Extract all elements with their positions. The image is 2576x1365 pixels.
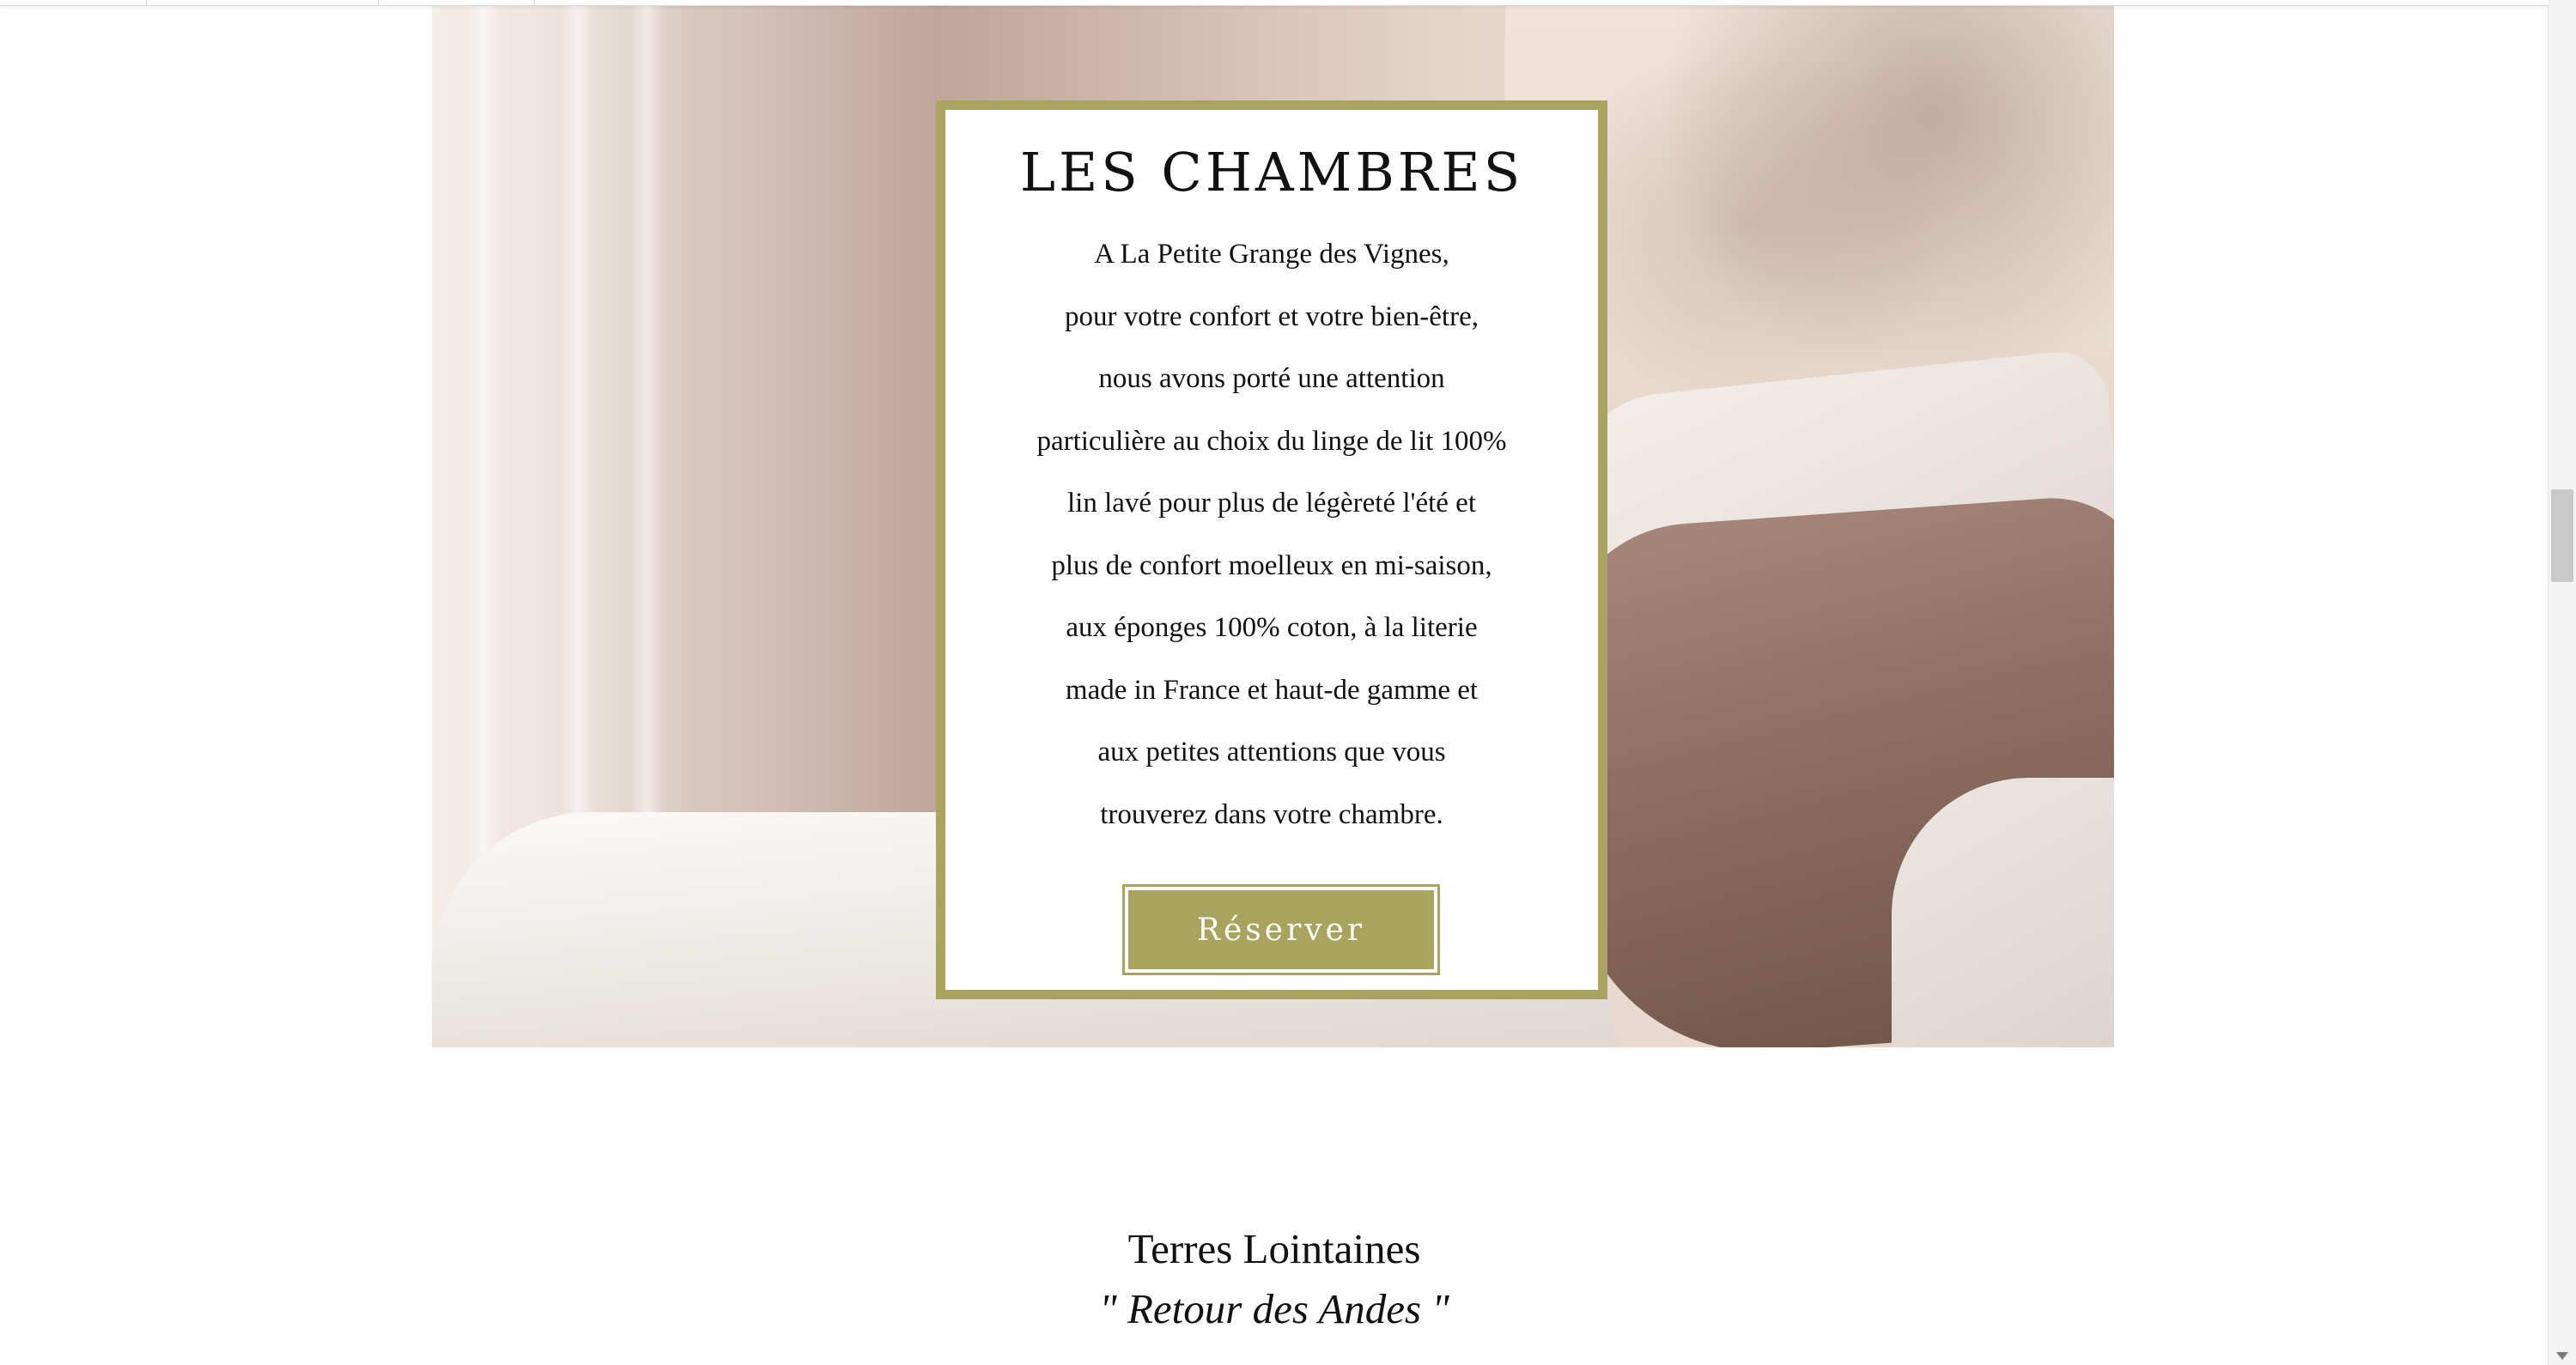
scrollbar-thumb[interactable]: [2551, 489, 2573, 582]
description-line: made in France et haut-de gamme et: [1065, 674, 1479, 706]
description-line: plus de confort moelleux en mi-saison,: [1051, 549, 1492, 581]
browser-top-edge: [0, 0, 2549, 6]
chevron-down-icon[interactable]: [2556, 1352, 2568, 1360]
description-line: particulière au choix du linge de lit 10…: [1036, 425, 1507, 457]
description-line: aux éponges 100% coton, à la literie: [1066, 612, 1478, 643]
description-line: trouverez dans votre chambre.: [1100, 798, 1443, 830]
description-line: aux petites attentions que vous: [1097, 737, 1446, 767]
card-description: A La Petite Grange des Vignes, pour votr…: [997, 223, 1546, 846]
reserve-button[interactable]: Réserver: [1122, 884, 1440, 975]
description-line: A La Petite Grange des Vignes,: [1094, 239, 1449, 270]
vertical-scrollbar[interactable]: [2548, 0, 2576, 1365]
reserve-button-label: Réserver: [1128, 890, 1434, 969]
card-title: LES CHAMBRES: [1019, 141, 1524, 203]
tab-divider: [146, 0, 147, 5]
tab-divider: [378, 0, 379, 5]
section-title: Terres Lointaines: [1127, 1225, 1421, 1272]
description-line: pour votre confort et votre bien-être,: [1065, 300, 1479, 332]
section-subtitle: " Retour des Andes ": [1099, 1285, 1449, 1332]
tab-divider: [534, 0, 535, 5]
rooms-card: LES CHAMBRES A La Petite Grange des Vign…: [936, 100, 1607, 999]
description-line: nous avons porté une attention: [1098, 363, 1445, 394]
description-line: lin lavé pour plus de légèreté l'été et: [1066, 488, 1476, 519]
